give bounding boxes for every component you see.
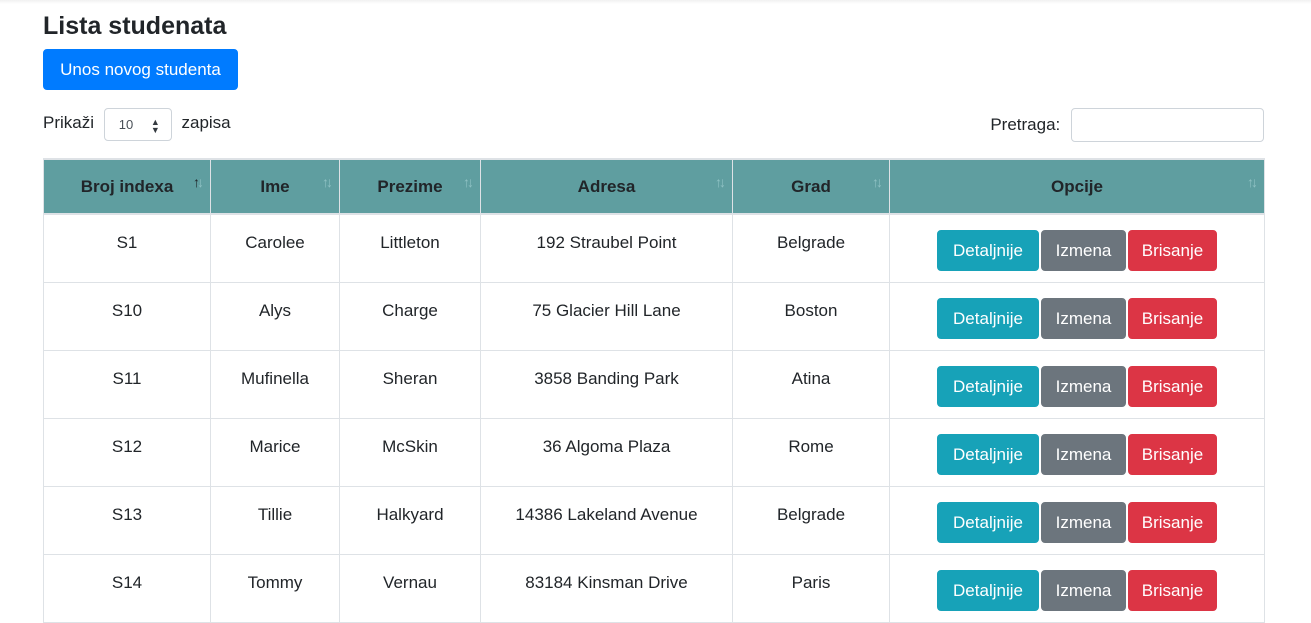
column-header[interactable]: Ime ↑↓ bbox=[210, 158, 340, 215]
cell-address: 83184 Kinsman Drive bbox=[480, 553, 733, 623]
details-button[interactable]: Detaljnije bbox=[937, 569, 1039, 611]
cell-first-name: Carolee bbox=[210, 213, 340, 283]
cell-address: 3858 Banding Park bbox=[480, 349, 733, 419]
cell-index: S10 bbox=[43, 281, 211, 351]
search-input[interactable] bbox=[1071, 108, 1264, 142]
cell-index: S13 bbox=[43, 485, 211, 555]
cell-address: 36 Algoma Plaza bbox=[480, 417, 733, 487]
cell-address: 192 Straubel Point bbox=[480, 213, 733, 283]
column-header-label: Prezime bbox=[377, 176, 443, 196]
table-row: S12 Marice McSkin 36 Algoma Plaza Rome Detalj… bbox=[43, 417, 1265, 487]
column-header[interactable]: Adresa ↑↓ bbox=[480, 158, 733, 215]
table-row: S10 Alys Charge 75 Glacier Hill Lane Boston D… bbox=[43, 281, 1265, 351]
search-label: Pretraga: bbox=[990, 115, 1061, 134]
sort-arrows-icon: ↑↓ bbox=[872, 174, 883, 190]
column-header-label: Ime bbox=[260, 176, 290, 196]
cell-last-name: Vernau bbox=[339, 553, 481, 623]
column-header[interactable]: Opcije ↑↓ bbox=[889, 158, 1265, 215]
column-header[interactable]: Grad ↑↓ bbox=[732, 158, 890, 215]
delete-button[interactable]: Brisanje bbox=[1128, 501, 1217, 543]
cell-city: Belgrade bbox=[732, 485, 890, 555]
cell-index: S11 bbox=[43, 349, 211, 419]
details-button[interactable]: Detaljnije bbox=[937, 365, 1039, 407]
details-button[interactable]: Detaljnije bbox=[937, 230, 1039, 271]
edit-button[interactable]: Izmena bbox=[1041, 501, 1126, 543]
delete-button[interactable]: Brisanje bbox=[1128, 230, 1217, 271]
cell-index: S14 bbox=[43, 553, 211, 623]
cell-first-name: Alys bbox=[210, 281, 340, 351]
length-suffix-label: zapisa bbox=[181, 113, 231, 132]
cell-city: Rome bbox=[732, 417, 890, 487]
delete-button[interactable]: Brisanje bbox=[1128, 297, 1217, 339]
cell-last-name: Charge bbox=[339, 281, 481, 351]
sort-arrows-icon: ↑↓ bbox=[463, 174, 474, 190]
column-header-label: Broj indexa bbox=[80, 176, 174, 196]
cell-address: 14386 Lakeland Avenue bbox=[480, 485, 733, 555]
edit-button[interactable]: Izmena bbox=[1041, 365, 1126, 407]
cell-city: Atina bbox=[732, 349, 890, 419]
delete-button[interactable]: Brisanje bbox=[1128, 569, 1217, 611]
details-button[interactable]: Detaljnije bbox=[937, 297, 1039, 339]
cell-index: S12 bbox=[43, 417, 211, 487]
column-header-label: Adresa bbox=[577, 176, 636, 196]
cell-last-name: Littleton bbox=[339, 213, 481, 283]
cell-actions: Detaljnije Izmena Brisanje bbox=[889, 349, 1265, 419]
column-header[interactable]: Prezime ↑↓ bbox=[339, 158, 481, 215]
length-prefix-label: Prikaži bbox=[43, 113, 95, 132]
delete-button[interactable]: Brisanje bbox=[1128, 365, 1217, 407]
edit-button[interactable]: Izmena bbox=[1041, 297, 1126, 339]
details-button[interactable]: Detaljnije bbox=[937, 433, 1039, 475]
cell-city: Belgrade bbox=[732, 213, 890, 283]
page-title: Lista studenata bbox=[43, 12, 227, 40]
cell-actions: Detaljnije Izmena Brisanje bbox=[889, 281, 1265, 351]
table-row: S14 Tommy Vernau 83184 Kinsman Drive Paris De… bbox=[43, 553, 1265, 623]
edit-button[interactable]: Izmena bbox=[1041, 433, 1126, 475]
page-length-value: 10 bbox=[118, 117, 134, 132]
cell-last-name: Halkyard bbox=[339, 485, 481, 555]
cell-last-name: McSkin bbox=[339, 417, 481, 487]
table-body: S1 Carolee Littleton 192 Straubel Point Belg… bbox=[43, 213, 1265, 623]
cell-actions: Detaljnije Izmena Brisanje bbox=[889, 553, 1265, 623]
cell-last-name: Sheran bbox=[339, 349, 481, 419]
column-header[interactable]: Broj indexa ↑↓ bbox=[43, 158, 211, 215]
students-table: Broj indexa ↑↓ Ime ↑↓ Prezime ↑↓ Adresa ↑↓ Grad ↑… bbox=[43, 158, 1265, 623]
cell-actions: Detaljnije Izmena Brisanje bbox=[889, 485, 1265, 555]
edit-button[interactable]: Izmena bbox=[1041, 569, 1126, 611]
cell-actions: Detaljnije Izmena Brisanje bbox=[889, 213, 1265, 283]
edit-button[interactable]: Izmena bbox=[1041, 230, 1126, 271]
details-button[interactable]: Detaljnije bbox=[937, 501, 1039, 543]
cell-city: Paris bbox=[732, 553, 890, 623]
sort-arrows-icon: ↑↓ bbox=[1247, 174, 1258, 190]
column-header-label: Opcije bbox=[1051, 176, 1103, 196]
sort-arrows-icon: ↑↓ bbox=[193, 174, 204, 190]
cell-address: 75 Glacier Hill Lane bbox=[480, 281, 733, 351]
top-shadow-bar bbox=[0, 0, 1311, 4]
table-row: S13 Tillie Halkyard 14386 Lakeland Avenue Be… bbox=[43, 485, 1265, 555]
table-header-row: Broj indexa ↑↓ Ime ↑↓ Prezime ↑↓ Adresa ↑↓ Grad ↑… bbox=[43, 158, 1265, 215]
cell-first-name: Tommy bbox=[210, 553, 340, 623]
cell-city: Boston bbox=[732, 281, 890, 351]
cell-first-name: Tillie bbox=[210, 485, 340, 555]
table-row: S1 Carolee Littleton 192 Straubel Point Belg… bbox=[43, 213, 1265, 283]
page-length-select[interactable]: 10 ▲ ▼ bbox=[103, 108, 172, 141]
page-length-control: Prikaži 10 ▲ ▼ zapisa bbox=[43, 108, 231, 142]
table-row: S11 Mufinella Sheran 3858 Banding Park Atina… bbox=[43, 349, 1265, 419]
cell-first-name: Mufinella bbox=[210, 349, 340, 419]
cell-index: S1 bbox=[43, 213, 211, 283]
delete-button[interactable]: Brisanje bbox=[1128, 433, 1217, 475]
cell-actions: Detaljnije Izmena Brisanje bbox=[889, 417, 1265, 487]
cell-first-name: Marice bbox=[210, 417, 340, 487]
sort-arrows-icon: ↑↓ bbox=[322, 174, 333, 190]
search-control: Pretraga: bbox=[990, 108, 1264, 142]
column-header-label: Grad bbox=[791, 176, 831, 196]
sort-arrows-icon: ↑↓ bbox=[715, 174, 726, 190]
add-student-button[interactable]: Unos novog studenta bbox=[43, 49, 238, 90]
